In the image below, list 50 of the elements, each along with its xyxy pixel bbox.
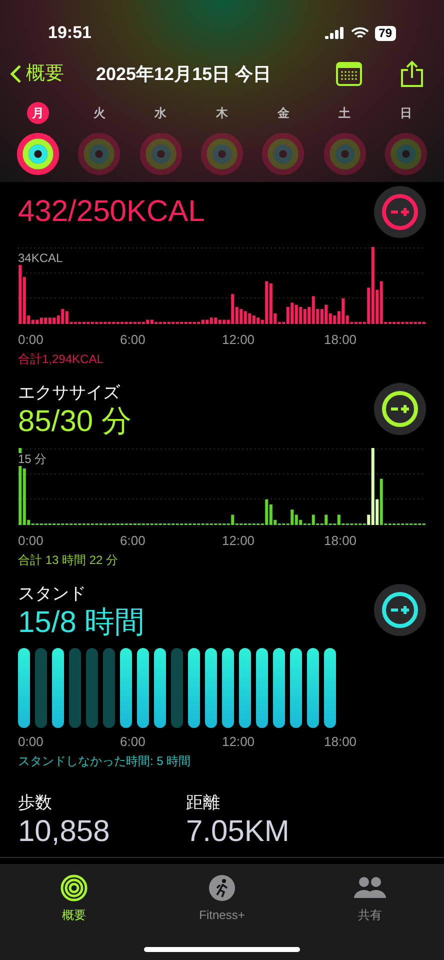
date-title: 2025年12月15日 今日 [96, 62, 272, 86]
axis-label: 18:00 [324, 331, 358, 349]
weekday-tab[interactable]: 火 [88, 102, 110, 124]
axis-label: 6:00 [120, 733, 146, 751]
axis-label: 6:00 [120, 532, 146, 550]
weekday-tab[interactable]: 木 [210, 102, 233, 124]
weekday-tab[interactable]: 金 [272, 102, 294, 124]
section-title: エクササイズ [18, 382, 121, 404]
ring-minus-plus-icon [380, 590, 420, 630]
stat-label: 歩数 [18, 792, 53, 814]
total-label: 合計1,294KCAL [18, 350, 104, 368]
back-button[interactable]: 概要 [10, 60, 64, 88]
stat-value: 10,858 [18, 815, 111, 849]
runner-icon [208, 874, 236, 902]
goal-value: 85/30 分 [18, 405, 132, 439]
weekday-tab[interactable]: 月 [27, 102, 49, 124]
axis-label: 6:00 [120, 331, 146, 349]
axis-label: 12:00 [222, 733, 256, 751]
axis-label: 12:00 [222, 532, 256, 550]
section-title: スタンド [18, 582, 87, 604]
total-label: 合計 13 時間 22 分 [18, 552, 120, 568]
signal-icon [324, 27, 345, 39]
total-label: スタンドしなかった時間: 5 時間 [18, 752, 192, 770]
tab-bar-item[interactable]: 概要 [24, 874, 124, 960]
axis-label: 0:00 [18, 331, 44, 349]
battery-indicator: 79 [374, 26, 396, 40]
stat-label: 距離 [186, 792, 221, 814]
goal-value: 432/250KCAL [18, 195, 205, 229]
wifi-icon [350, 26, 369, 40]
axis-label: 18:00 [324, 532, 358, 550]
chevron-left-icon [10, 64, 22, 84]
ring-minus-plus-icon [380, 192, 420, 232]
weekday-tab[interactable]: 日 [394, 102, 417, 124]
tab-bar-item[interactable]: 共有 [320, 874, 420, 960]
max-label: 34KCAL [18, 252, 63, 265]
axis-label: 12:00 [222, 331, 256, 349]
max-label: 15 分 [18, 453, 47, 466]
share-icon[interactable] [400, 60, 424, 88]
ring-minus-plus-icon [380, 389, 420, 430]
weekday-tab[interactable]: 土 [334, 102, 356, 124]
axis-label: 0:00 [18, 733, 44, 751]
status-time: 19:51 [48, 22, 92, 44]
weekday-tab[interactable]: 水 [150, 102, 172, 124]
stat-value: 7.05KM [186, 815, 290, 849]
rings-icon [60, 874, 88, 902]
activity-rings-icon[interactable] [14, 130, 62, 178]
axis-label: 18:00 [324, 733, 358, 751]
goal-value: 15/8 時間 [18, 606, 145, 640]
axis-label: 0:00 [18, 532, 44, 550]
calendar-icon[interactable] [336, 62, 362, 86]
